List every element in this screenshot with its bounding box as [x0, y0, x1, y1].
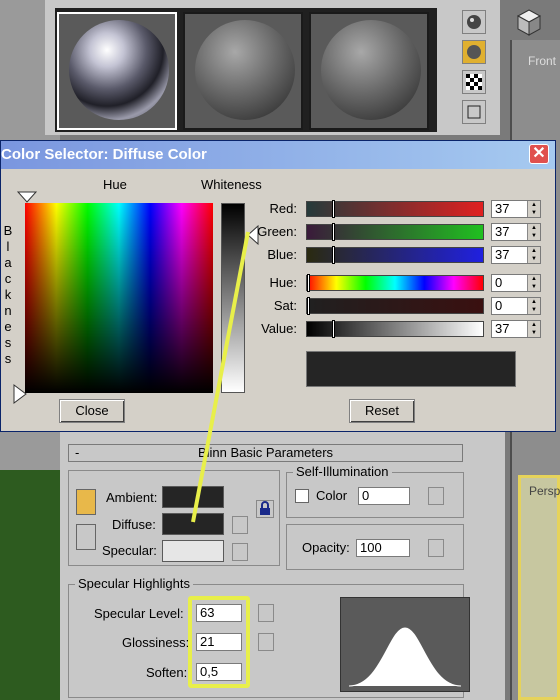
cube-icon[interactable] — [512, 6, 546, 38]
sample-type-icon[interactable] — [462, 10, 486, 34]
diffuse-map-button[interactable] — [232, 516, 248, 534]
viewport-grid — [0, 470, 60, 700]
hue-value[interactable]: 0 — [495, 275, 502, 290]
red-label: Red: — [269, 201, 297, 216]
viewport-persp-label[interactable]: Persp — [529, 484, 560, 498]
hue-spinner[interactable]: 0 ▲ ▼ — [491, 274, 541, 292]
sat-thumb[interactable] — [307, 297, 310, 315]
value-value[interactable]: 37 — [495, 321, 509, 336]
lock-ambient-diffuse-icon[interactable] — [76, 489, 96, 515]
self-illumination-title: Self-Illumination — [293, 464, 392, 479]
sample-slot-3[interactable] — [309, 12, 429, 130]
specular-highlights-title: Specular Highlights — [75, 576, 194, 591]
spinner-arrows[interactable]: ▲ ▼ — [527, 298, 540, 314]
hue-blackness-picker[interactable] — [25, 203, 213, 393]
sat-slider[interactable] — [306, 297, 484, 315]
hue-thumb[interactable] — [307, 274, 310, 292]
self-illumination-value[interactable]: 0 — [362, 488, 369, 503]
lock-icon[interactable] — [256, 500, 274, 518]
rollout-title: Blinn Basic Parameters — [197, 445, 334, 460]
green-slider[interactable] — [306, 223, 484, 241]
hue-channel-label: Hue: — [269, 275, 297, 290]
color-preview-swatch — [306, 351, 516, 387]
opacity-value[interactable]: 100 — [360, 540, 382, 555]
opacity-map-button[interactable] — [428, 539, 444, 557]
glossiness-label: Glossiness: — [122, 635, 190, 650]
backlight-icon[interactable] — [462, 40, 486, 64]
green-value[interactable]: 37 — [495, 224, 509, 239]
value-spinner[interactable]: 37 ▲ ▼ — [491, 320, 541, 338]
self-illumination-input[interactable]: 0 — [358, 487, 410, 505]
blue-label: Blue: — [267, 247, 297, 262]
whiteness-bar[interactable] — [221, 203, 245, 393]
soften-label: Soften: — [146, 665, 188, 680]
specular-swatch[interactable] — [162, 540, 224, 562]
value-label: Value: — [261, 321, 297, 336]
sat-spinner[interactable]: 0 ▲ ▼ — [491, 297, 541, 315]
blinn-basic-parameters-panel: - Blinn Basic Parameters Ambient: Diffus… — [60, 432, 505, 700]
value-thumb[interactable] — [332, 320, 335, 338]
dialog-title: Color Selector: Diffuse Color — [1, 146, 207, 163]
reset-button[interactable]: Reset — [349, 399, 415, 423]
sphere-preview — [195, 20, 295, 120]
highlight-curve-graph — [340, 597, 470, 692]
specular-level-label: Specular Level: — [94, 606, 184, 621]
close-icon[interactable]: ✕ — [529, 144, 549, 164]
spinner-arrows[interactable]: ▲ ▼ — [527, 201, 540, 217]
diffuse-label: Diffuse: — [112, 517, 156, 532]
ambient-label: Ambient: — [106, 490, 158, 505]
green-label: Green: — [257, 224, 297, 239]
ambient-swatch[interactable] — [162, 486, 224, 508]
green-spinner[interactable]: 37 ▲ ▼ — [491, 223, 541, 241]
self-illumination-color-label: Color — [316, 488, 348, 503]
specular-level-map-button[interactable] — [258, 604, 274, 622]
sample-slot-2[interactable] — [183, 12, 303, 130]
sphere-preview — [321, 20, 421, 120]
lock-diffuse-specular-icon[interactable] — [76, 524, 96, 550]
opacity-input[interactable]: 100 — [356, 539, 410, 557]
sample-slot-1[interactable] — [57, 12, 177, 130]
rollout-header[interactable]: - Blinn Basic Parameters — [68, 444, 463, 462]
green-thumb[interactable] — [332, 223, 335, 241]
hue-slider[interactable] — [306, 274, 484, 292]
self-illumination-map-button[interactable] — [428, 487, 444, 505]
specular-map-button[interactable] — [232, 543, 248, 561]
self-illumination-checkbox[interactable] — [295, 489, 309, 503]
sample-slots — [55, 8, 437, 132]
hue-label: Hue — [103, 177, 127, 192]
opacity-label: Opacity: — [302, 540, 350, 555]
spinner-arrows[interactable]: ▲ ▼ — [527, 247, 540, 263]
sat-label: Sat: — [273, 298, 297, 313]
blue-value[interactable]: 37 — [495, 247, 509, 262]
spinner-arrows[interactable]: ▲ ▼ — [527, 275, 540, 291]
value-slider[interactable] — [306, 320, 484, 338]
highlight-annotation-box — [188, 596, 250, 688]
checker-background-icon[interactable] — [462, 70, 486, 94]
viewport-persp[interactable]: Persp — [518, 475, 560, 700]
glossiness-map-button[interactable] — [258, 633, 274, 651]
whiteness-label: Whiteness — [201, 177, 262, 192]
color-selector-dialog: Color Selector: Diffuse Color ✕ Hue Whit… — [0, 140, 556, 432]
diffuse-swatch[interactable] — [162, 513, 224, 535]
red-thumb[interactable] — [332, 200, 335, 218]
specular-label: Specular: — [102, 543, 157, 558]
blue-spinner[interactable]: 37 ▲ ▼ — [491, 246, 541, 264]
close-button[interactable]: Close — [59, 399, 125, 423]
red-spinner[interactable]: 37 ▲ ▼ — [491, 200, 541, 218]
spinner-arrows[interactable]: ▲ ▼ — [527, 224, 540, 240]
blue-slider[interactable] — [306, 246, 484, 264]
chrome-sphere-preview — [69, 20, 169, 120]
viewport-front-label[interactable]: Front — [528, 54, 556, 68]
blackness-label: Blackness — [3, 223, 13, 366]
sample-uv-icon[interactable] — [462, 100, 486, 124]
sat-value[interactable]: 0 — [495, 298, 502, 313]
red-value[interactable]: 37 — [495, 201, 509, 216]
spinner-arrows[interactable]: ▲ ▼ — [527, 321, 540, 337]
blackness-pointer-icon[interactable] — [13, 384, 27, 407]
blue-thumb[interactable] — [332, 246, 335, 264]
red-slider[interactable] — [306, 200, 484, 218]
dialog-titlebar[interactable]: Color Selector: Diffuse Color ✕ — [1, 141, 555, 169]
